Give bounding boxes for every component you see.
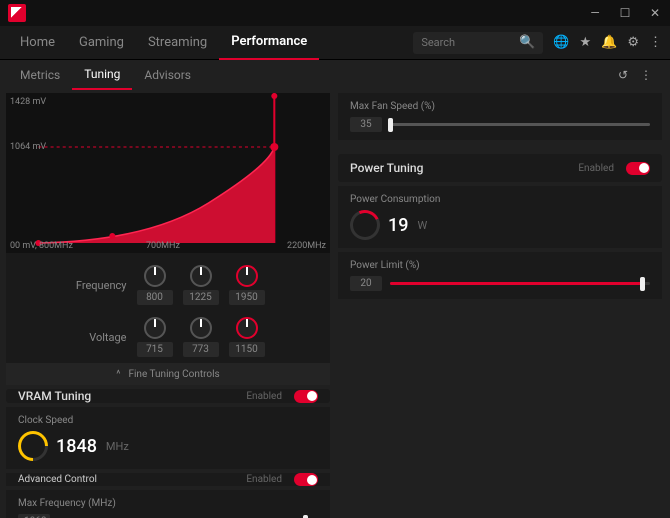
globe-icon[interactable]: 🌐 xyxy=(553,35,569,50)
max-fan-slider[interactable] xyxy=(390,123,650,126)
power-enabled-label: Enabled xyxy=(578,163,614,174)
power-cons-value: 19 xyxy=(388,215,408,236)
window-close[interactable]: ✕ xyxy=(640,0,670,26)
power-gauge-icon xyxy=(346,206,384,244)
tab-tuning[interactable]: Tuning xyxy=(72,60,132,90)
vram-enabled-label: Enabled xyxy=(246,391,282,402)
fine-tuning-label: Fine Tuning Controls xyxy=(128,369,219,380)
freq-val-3[interactable]: 1950 xyxy=(229,290,265,305)
freq-knob-3[interactable] xyxy=(236,265,258,287)
tab-metrics[interactable]: Metrics xyxy=(8,60,72,90)
window-minimize[interactable]: — xyxy=(580,0,610,26)
window-maximize[interactable]: ☐ xyxy=(610,0,640,26)
bell-icon[interactable]: 🔔 xyxy=(601,35,617,50)
nav-performance[interactable]: Performance xyxy=(219,26,319,60)
y-top-label: 1428 mV xyxy=(10,97,46,107)
volt-val-2[interactable]: 773 xyxy=(183,342,219,357)
volt-knob-1[interactable] xyxy=(144,317,166,339)
clock-gauge-icon xyxy=(12,425,54,467)
volt-val-1[interactable]: 715 xyxy=(137,342,173,357)
fine-tuning-toggle[interactable]: ^ Fine Tuning Controls xyxy=(6,363,330,385)
frequency-label: Frequency xyxy=(72,279,127,292)
freq-knob-2[interactable] xyxy=(190,265,212,287)
power-limit-label: Power Limit (%) xyxy=(350,260,650,271)
gear-icon[interactable]: ⚙ xyxy=(627,35,639,50)
advanced-toggle[interactable] xyxy=(294,473,318,486)
submenu-icon[interactable]: ⋮ xyxy=(640,68,652,82)
search-box[interactable]: 🔍 xyxy=(413,32,543,54)
volt-val-3[interactable]: 1150 xyxy=(229,342,265,357)
volt-knob-3[interactable] xyxy=(236,317,258,339)
clock-value: 1848 xyxy=(56,436,97,457)
freq-val-1[interactable]: 800 xyxy=(137,290,173,305)
chevron-up-icon: ^ xyxy=(116,369,120,380)
search-input[interactable] xyxy=(421,36,519,49)
star-icon[interactable]: ★ xyxy=(580,35,592,50)
freq-val-2[interactable]: 1225 xyxy=(183,290,219,305)
more-icon[interactable]: ⋮ xyxy=(649,35,662,50)
vram-title: VRAM Tuning xyxy=(18,389,91,403)
max-fan-label: Max Fan Speed (%) xyxy=(350,101,650,112)
advanced-enabled-label: Enabled xyxy=(246,474,282,485)
undo-icon[interactable]: ↺ xyxy=(618,68,628,82)
vram-toggle[interactable] xyxy=(294,390,318,403)
volt-knob-2[interactable] xyxy=(190,317,212,339)
advanced-control-label: Advanced Control xyxy=(18,474,97,485)
max-freq-value[interactable]: 1860 xyxy=(18,514,50,518)
clock-speed-label: Clock Speed xyxy=(18,415,318,426)
power-cons-label: Power Consumption xyxy=(350,194,650,205)
power-limit-slider[interactable] xyxy=(390,282,650,285)
max-freq-label: Max Frequency (MHz) xyxy=(18,498,318,509)
clock-unit: MHz xyxy=(106,440,129,453)
voltage-label: Voltage xyxy=(72,331,127,344)
y-bot-label: 00 mV, 800MHz xyxy=(10,241,73,251)
nav-home[interactable]: Home xyxy=(8,26,67,60)
y-mid-label: 1064 mV xyxy=(10,142,46,152)
power-cons-unit: W xyxy=(417,219,427,232)
power-toggle[interactable] xyxy=(626,162,650,175)
max-fan-value[interactable]: 35 xyxy=(350,117,382,132)
nav-gaming[interactable]: Gaming xyxy=(67,26,136,60)
vf-curve-chart[interactable]: 1428 mV 1064 mV 00 mV, 800MHz 700MHz 220… xyxy=(6,93,330,253)
amd-logo xyxy=(8,4,26,22)
x-right-label: 2200MHz xyxy=(287,241,326,251)
power-limit-value[interactable]: 20 xyxy=(350,276,382,291)
x-mid-label: 700MHz xyxy=(146,241,180,251)
freq-knob-1[interactable] xyxy=(144,265,166,287)
search-icon[interactable]: 🔍 xyxy=(519,35,535,50)
tab-advisors[interactable]: Advisors xyxy=(132,60,203,90)
nav-streaming[interactable]: Streaming xyxy=(136,26,219,60)
power-title: Power Tuning xyxy=(350,161,423,175)
